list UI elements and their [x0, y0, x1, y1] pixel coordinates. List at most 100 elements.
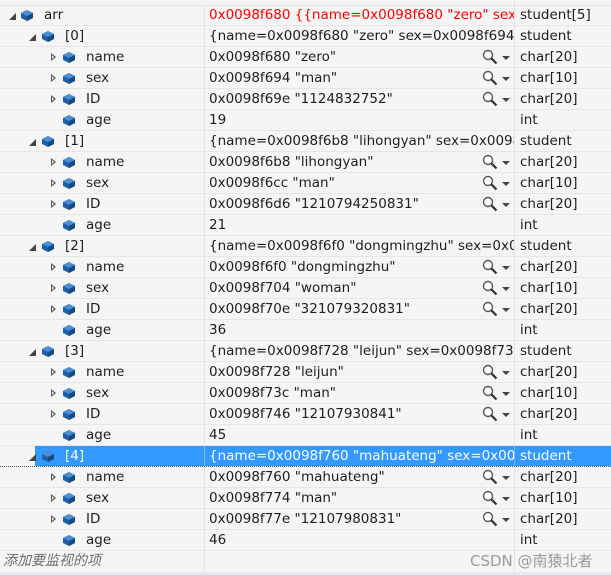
- variable-value[interactable]: 46: [209, 530, 226, 550]
- name-cell[interactable]: name: [0, 467, 205, 487]
- text-visualizer-icon[interactable]: [482, 49, 498, 65]
- variable-value[interactable]: 0x0098f6b8 "lihongyan": [209, 152, 373, 172]
- watch-row[interactable]: name 0x0098f760 "mahuateng" char[20]: [0, 467, 611, 488]
- name-cell[interactable]: [1]: [0, 131, 205, 151]
- value-cell[interactable]: 0x0098f6b8 "lihongyan": [205, 152, 515, 172]
- visualizer-dropdown-icon[interactable]: [502, 392, 510, 396]
- visualizer-dropdown-icon[interactable]: [502, 518, 510, 522]
- expand-icon[interactable]: [49, 47, 59, 67]
- variable-value[interactable]: 0x0098f6d6 "1210794250831": [209, 194, 419, 214]
- visualizer-dropdown-icon[interactable]: [502, 56, 510, 60]
- value-cell[interactable]: {name=0x0098f760 "mahuateng" sex=0x009..…: [205, 446, 515, 466]
- watch-row[interactable]: age 19 int: [0, 110, 611, 131]
- visualizer-dropdown-icon[interactable]: [502, 182, 510, 186]
- name-cell[interactable]: age: [0, 215, 205, 235]
- watch-row[interactable]: sex 0x0098f694 "man" char[10]: [0, 68, 611, 89]
- variable-value[interactable]: 0x0098f6cc "man": [209, 173, 335, 193]
- name-cell[interactable]: [4]: [0, 446, 205, 466]
- variable-value[interactable]: 0x0098f694 "man": [209, 68, 337, 88]
- value-cell[interactable]: {name=0x0098f6f0 "dongmingzhu" sex=0x0..…: [205, 236, 515, 256]
- variable-value[interactable]: 21: [209, 215, 226, 235]
- name-cell[interactable]: [2]: [0, 236, 205, 256]
- collapse-icon[interactable]: [28, 341, 38, 361]
- name-cell[interactable]: name: [0, 362, 205, 382]
- watch-row[interactable]: ID 0x0098f69e "1124832752" char[20]: [0, 89, 611, 110]
- expand-icon[interactable]: [49, 383, 59, 403]
- name-cell[interactable]: age: [0, 320, 205, 340]
- value-cell[interactable]: 0x0098f70e "321079320831": [205, 299, 515, 319]
- value-cell[interactable]: {name=0x0098f680 "zero" sex=0x0098f694 "…: [205, 26, 515, 46]
- text-visualizer-icon[interactable]: [482, 91, 498, 107]
- watch-row[interactable]: ID 0x0098f70e "321079320831" char[20]: [0, 299, 611, 320]
- name-cell[interactable]: ID: [0, 509, 205, 529]
- variable-value[interactable]: 0x0098f680 {{name=0x0098f680 "zero" sex=…: [209, 5, 514, 25]
- watch-row[interactable]: name 0x0098f6f0 "dongmingzhu" char[20]: [0, 257, 611, 278]
- watch-row[interactable]: [1] {name=0x0098f6b8 "lihongyan" sex=0x00…: [0, 131, 611, 152]
- text-visualizer-icon[interactable]: [482, 385, 498, 401]
- variable-value[interactable]: 0x0098f746 "12107930841": [209, 404, 402, 424]
- watch-row[interactable]: arr 0x0098f680 {{name=0x0098f680 "zero" s…: [0, 5, 611, 26]
- expand-icon[interactable]: [49, 152, 59, 172]
- expand-icon[interactable]: [49, 278, 59, 298]
- value-cell[interactable]: 0x0098f6cc "man": [205, 173, 515, 193]
- watch-row[interactable]: age 45 int: [0, 425, 611, 446]
- collapse-icon[interactable]: [28, 131, 38, 151]
- value-cell[interactable]: 0x0098f680 {{name=0x0098f680 "zero" sex=…: [205, 5, 515, 25]
- value-cell[interactable]: {name=0x0098f728 "leijun" sex=0x0098f73c…: [205, 341, 515, 361]
- expand-icon[interactable]: [49, 89, 59, 109]
- add-watch-placeholder[interactable]: 添加要监视的项: [3, 551, 101, 572]
- watch-row[interactable]: age 21 int: [0, 215, 611, 236]
- value-cell[interactable]: 0x0098f6d6 "1210794250831": [205, 194, 515, 214]
- text-visualizer-icon[interactable]: [482, 469, 498, 485]
- value-cell[interactable]: 0x0098f694 "man": [205, 68, 515, 88]
- watch-row[interactable]: name 0x0098f6b8 "lihongyan" char[20]: [0, 152, 611, 173]
- value-cell[interactable]: 36: [205, 320, 515, 340]
- text-visualizer-icon[interactable]: [482, 280, 498, 296]
- variable-value[interactable]: {name=0x0098f728 "leijun" sex=0x0098f73c…: [209, 341, 514, 361]
- value-cell[interactable]: 0x0098f704 "woman": [205, 278, 515, 298]
- name-cell[interactable]: ID: [0, 89, 205, 109]
- variable-value[interactable]: {name=0x0098f680 "zero" sex=0x0098f694 "…: [209, 26, 514, 46]
- expand-icon[interactable]: [49, 173, 59, 193]
- variable-value[interactable]: 36: [209, 320, 226, 340]
- value-cell[interactable]: 19: [205, 110, 515, 130]
- variable-value[interactable]: 0x0098f70e "321079320831": [209, 299, 410, 319]
- expand-icon[interactable]: [49, 299, 59, 319]
- watch-row[interactable]: [3] {name=0x0098f728 "leijun" sex=0x0098f…: [0, 341, 611, 362]
- text-visualizer-icon[interactable]: [482, 175, 498, 191]
- watch-row[interactable]: ID 0x0098f6d6 "1210794250831" char[20]: [0, 194, 611, 215]
- watch-row[interactable]: [0] {name=0x0098f680 "zero" sex=0x0098f69…: [0, 26, 611, 47]
- expand-icon[interactable]: [49, 467, 59, 487]
- visualizer-dropdown-icon[interactable]: [502, 266, 510, 270]
- value-cell[interactable]: {name=0x0098f6b8 "lihongyan" sex=0x0098f…: [205, 131, 515, 151]
- name-cell[interactable]: name: [0, 152, 205, 172]
- value-cell[interactable]: 0x0098f77e "12107980831": [205, 509, 515, 529]
- variable-value[interactable]: 0x0098f69e "1124832752": [209, 89, 393, 109]
- value-cell[interactable]: 0x0098f6f0 "dongmingzhu": [205, 257, 515, 277]
- watch-row[interactable]: sex 0x0098f73c "man" char[10]: [0, 383, 611, 404]
- value-cell[interactable]: 21: [205, 215, 515, 235]
- visualizer-dropdown-icon[interactable]: [502, 203, 510, 207]
- value-cell[interactable]: 0x0098f774 "man": [205, 488, 515, 508]
- variable-value[interactable]: {name=0x0098f6b8 "lihongyan" sex=0x0098f…: [209, 131, 514, 151]
- visualizer-dropdown-icon[interactable]: [502, 161, 510, 165]
- text-visualizer-icon[interactable]: [482, 259, 498, 275]
- name-cell[interactable]: age: [0, 530, 205, 550]
- text-visualizer-icon[interactable]: [482, 511, 498, 527]
- expand-icon[interactable]: [49, 509, 59, 529]
- watch-row[interactable]: name 0x0098f728 "leijun" char[20]: [0, 362, 611, 383]
- collapse-icon[interactable]: [28, 446, 38, 466]
- name-cell[interactable]: sex: [0, 278, 205, 298]
- watch-row[interactable]: name 0x0098f680 "zero" char[20]: [0, 47, 611, 68]
- text-visualizer-icon[interactable]: [482, 196, 498, 212]
- watch-row[interactable]: [2] {name=0x0098f6f0 "dongmingzhu" sex=0x…: [0, 236, 611, 257]
- expand-icon[interactable]: [49, 404, 59, 424]
- watch-row[interactable]: sex 0x0098f6cc "man" char[10]: [0, 173, 611, 194]
- expand-icon[interactable]: [49, 194, 59, 214]
- name-cell[interactable]: name: [0, 257, 205, 277]
- value-cell[interactable]: 0x0098f760 "mahuateng": [205, 467, 515, 487]
- expand-icon[interactable]: [49, 68, 59, 88]
- value-cell[interactable]: 0x0098f680 "zero": [205, 47, 515, 67]
- visualizer-dropdown-icon[interactable]: [502, 308, 510, 312]
- watch-row[interactable]: ID 0x0098f746 "12107930841" char[20]: [0, 404, 611, 425]
